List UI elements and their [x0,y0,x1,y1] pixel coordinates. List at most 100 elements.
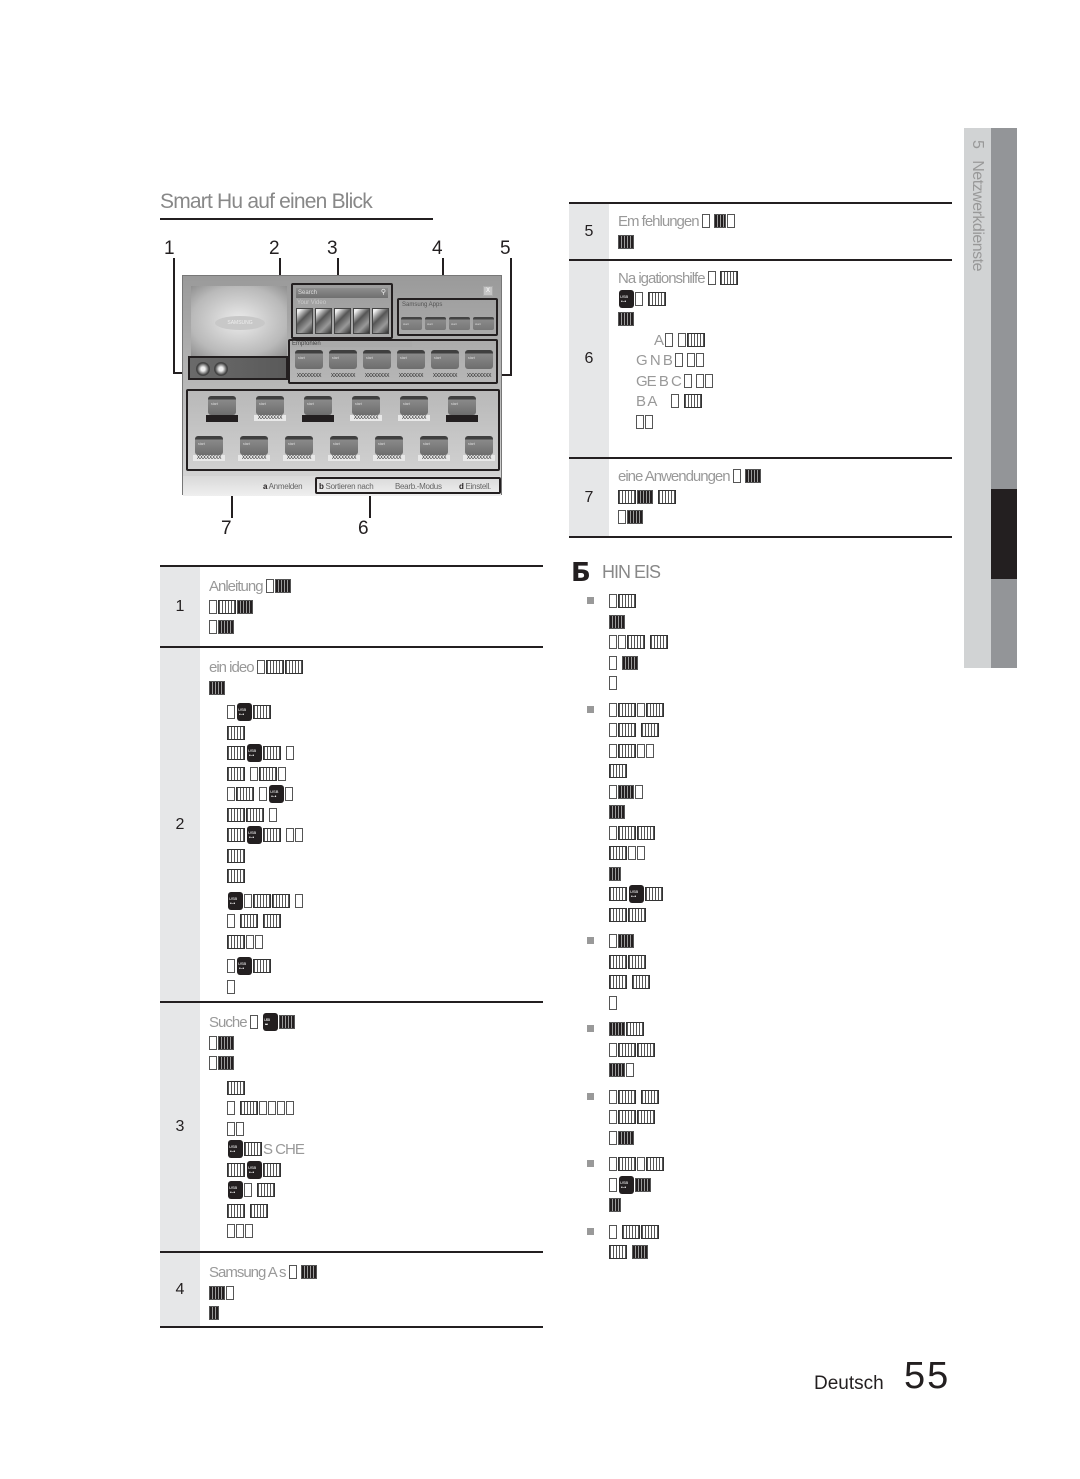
table-row-2: 2 ein ideo [160,646,543,1001]
tv-preview: SAMSUNG [191,286,287,356]
note-item [585,592,945,695]
app-tile[interactable]: start [401,317,422,330]
my-app-tile[interactable]: start [330,436,358,455]
my-app-tile[interactable]: start [208,396,236,415]
tile-caption: XXXXXXXX [398,415,430,421]
bottom-bar-item-sortieren[interactable]: b Sortieren nach [319,482,374,491]
my-app-tile[interactable]: start [465,436,493,455]
my-app-tile[interactable]: start [304,396,332,415]
my-app-tile[interactable]: start [256,396,284,415]
label: Einstell. [465,482,492,491]
note-list [585,592,945,1270]
app-tile[interactable]: start [473,317,494,330]
tile-caption: XXXXXXXX [364,373,390,379]
navigation-bar: a Anmelden b Sortieren nach Bearb.-Modus… [183,476,501,496]
note-item [585,1088,945,1150]
bullet-icon [587,1160,594,1167]
usb-icon [629,882,644,907]
search-label: S CHE [263,1141,305,1158]
app-tile[interactable]: start [425,317,446,330]
label: Anmelden [268,482,303,491]
row-number: 1 [160,567,200,646]
tile-caption: XXXXXXXX [432,373,458,379]
recommended-tile[interactable]: start [397,350,425,369]
video-thumbnail [372,308,389,334]
my-app-tile[interactable]: start [375,436,403,455]
search-bar[interactable]: Search ⚲ [296,288,388,298]
bullet-icon [587,1092,594,1100]
row-number: 5 [569,204,609,259]
my-app-tile[interactable]: start [285,436,313,455]
samsung-logo: SAMSUNG [215,316,265,330]
key-b: b [319,482,324,491]
footer-language: Deutsch [814,1373,884,1394]
leader-line-6 [369,496,371,518]
note-item [585,1020,945,1082]
video-thumbnail [315,308,332,334]
tile-caption: XXXXXXXX [254,415,286,421]
chapter-label: 5 Netzwerkdienste [968,140,986,271]
tile-caption: XXXXXXXX [238,455,270,461]
flower-image [214,362,228,376]
usb-icon [269,782,285,807]
table-bottom-rule [160,1326,543,1328]
table-row-1: 1 Anleitung [160,565,543,646]
row-number: 4 [160,1253,200,1327]
my-app-tile[interactable]: start [195,436,223,455]
usb-icon [237,700,252,725]
usb-icon [619,1173,634,1198]
recommended-tile[interactable]: start [465,350,493,369]
bottom-bar-item-bearb-modus[interactable]: Bearb.-Modus [395,482,442,491]
label: Bearb.-Modus [395,482,442,491]
key-a: a [263,482,268,491]
bottom-bar-item-einstell[interactable]: d Einstell. [459,482,491,491]
bullet-icon [587,705,594,713]
row-number: 6 [569,261,609,457]
my-applications-box: start start XXXXXXXX start start XXXXXXXX star… [186,389,500,471]
usb-icon [247,823,262,848]
recommended-tile[interactable]: start [431,350,459,369]
table-row-5: 5 Em fehlungen [569,202,952,259]
usb-icon [247,741,262,766]
search-placeholder: Search [298,290,318,296]
my-app-tile[interactable]: start [240,436,268,455]
row-heading: eine Anwendungen [618,468,731,485]
bullet-icon [587,1227,594,1235]
recommended-tile[interactable]: start [295,350,323,369]
my-app-tile[interactable]: start [352,396,380,415]
recommended-box: Empfohlen start XXXXXXXX start XXXXXXXX star… [288,339,498,384]
usb-icon [262,1010,278,1035]
usb-icon [228,1178,243,1203]
my-app-tile[interactable]: start [400,396,428,415]
my-app-tile[interactable]: start [420,436,448,455]
your-video-label: Your Video [297,300,327,306]
recommended-tile[interactable]: start [329,350,357,369]
callout-2: 2 [269,238,280,259]
row-number: 2 [160,648,200,1001]
my-app-tile[interactable]: start [448,396,476,415]
bottom-bar-item-anmelden[interactable]: a Anmelden [263,482,303,491]
usb-icon [237,954,252,979]
close-icon[interactable]: X [483,286,493,296]
nav-item-b: G N B [636,352,673,369]
tile-caption [302,415,334,422]
app-tile[interactable]: start [449,317,470,330]
table-row-4: 4 Samsung A s [160,1251,543,1327]
recommended-tile[interactable]: start [363,350,391,369]
chapter-index-bar [991,128,1017,668]
usb-icon [247,1158,262,1183]
row-heading: Em fehlungen [618,213,700,230]
flower-image [196,362,210,376]
usb-icon [228,1137,243,1162]
video-thumbnail [353,308,370,334]
callout-5: 5 [500,238,511,259]
note-item [585,1155,945,1217]
tile-caption: XXXXXXXX [283,455,315,461]
usb-icon [619,287,634,312]
table-row-6: 6 Na igationshilfe A G N B GE B C B A [569,259,952,457]
search-icon: ⚲ [380,289,386,296]
key-d: d [459,482,464,491]
nav-item-c: GE B C [636,372,682,390]
tile-caption: XXXXXXXX [350,415,382,421]
row-number: 3 [160,1003,200,1251]
